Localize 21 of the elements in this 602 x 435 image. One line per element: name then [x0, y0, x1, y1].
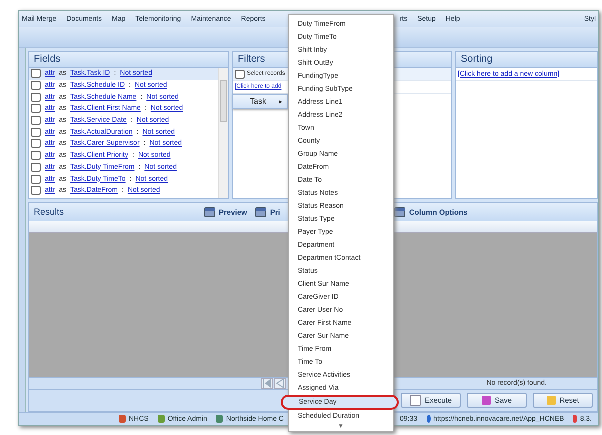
checkbox[interactable]	[31, 104, 41, 114]
checkbox[interactable]	[31, 151, 41, 160]
scrollbar[interactable]	[218, 68, 228, 198]
preview-icon	[204, 206, 216, 218]
panel-title: Filters	[238, 54, 266, 65]
checkbox[interactable]	[31, 186, 41, 196]
checkbox[interactable]	[31, 139, 41, 148]
panel-title: Fields	[34, 54, 61, 65]
checkbox[interactable]	[31, 81, 41, 90]
page-icon	[410, 395, 421, 406]
panel-title: Results	[33, 207, 66, 217]
checkbox[interactable]	[31, 92, 41, 102]
panel-title: Sorting	[461, 54, 493, 65]
printer-icon	[255, 206, 268, 218]
checkbox[interactable]	[31, 128, 41, 137]
checkbox[interactable]	[31, 174, 41, 184]
checkbox[interactable]	[31, 162, 41, 172]
checkbox[interactable]	[31, 69, 41, 78]
columns-icon	[394, 206, 406, 218]
checkbox[interactable]	[31, 116, 41, 126]
checkbox[interactable]	[235, 70, 245, 78]
